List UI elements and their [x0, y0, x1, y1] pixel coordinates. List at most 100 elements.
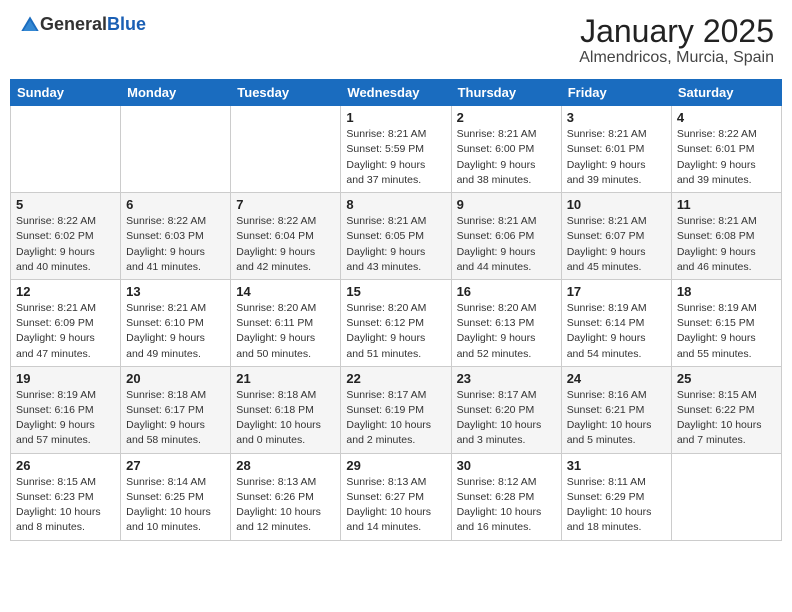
day-cell: 15 Sunrise: 8:20 AM Sunset: 6:12 PM Dayli…: [341, 279, 451, 366]
calendar: SundayMondayTuesdayWednesdayThursdayFrid…: [10, 79, 782, 540]
day-number: 13: [126, 284, 225, 299]
logo-text-blue: Blue: [107, 14, 146, 34]
day-info: Sunrise: 8:19 AM Sunset: 6:16 PM Dayligh…: [16, 388, 115, 449]
day-number: 8: [346, 197, 445, 212]
day-cell: 11Sunrise: 8:21 AM Sunset: 6:08 PM Dayli…: [671, 193, 781, 280]
day-number: 3: [567, 110, 666, 125]
weekday-header-row: SundayMondayTuesdayWednesdayThursdayFrid…: [11, 80, 782, 106]
day-info: Sunrise: 8:19 AM Sunset: 6:15 PM Dayligh…: [677, 301, 776, 362]
day-info: Sunrise: 8:21 AM Sunset: 6:10 PM Dayligh…: [126, 301, 225, 362]
day-number: 21: [236, 371, 335, 386]
week-row-1: 5 Sunrise: 8:22 AM Sunset: 6:02 PM Daylig…: [11, 193, 782, 280]
day-number: 6: [126, 197, 225, 212]
day-cell: [11, 106, 121, 193]
day-number: 14: [236, 284, 335, 299]
day-info: Sunrise: 8:18 AM Sunset: 6:17 PM Dayligh…: [126, 388, 225, 449]
day-cell: 18 Sunrise: 8:19 AM Sunset: 6:15 PM Dayli…: [671, 279, 781, 366]
day-cell: 14 Sunrise: 8:20 AM Sunset: 6:11 PM Dayli…: [231, 279, 341, 366]
day-cell: 21Sunrise: 8:18 AM Sunset: 6:18 PM Dayli…: [231, 366, 341, 453]
day-info: Sunrise: 8:21 AM Sunset: 6:01 PM Dayligh…: [567, 127, 666, 188]
day-cell: 1Sunrise: 8:21 AM Sunset: 5:59 PM Daylig…: [341, 106, 451, 193]
day-cell: 10 Sunrise: 8:21 AM Sunset: 6:07 PM Dayli…: [561, 193, 671, 280]
day-cell: 29 Sunrise: 8:13 AM Sunset: 6:27 PM Dayli…: [341, 453, 451, 540]
day-cell: 16 Sunrise: 8:20 AM Sunset: 6:13 PM Dayli…: [451, 279, 561, 366]
day-number: 12: [16, 284, 115, 299]
day-cell: [671, 453, 781, 540]
day-cell: 6 Sunrise: 8:22 AM Sunset: 6:03 PM Daylig…: [121, 193, 231, 280]
day-cell: 23 Sunrise: 8:17 AM Sunset: 6:20 PM Dayli…: [451, 366, 561, 453]
day-cell: 24Sunrise: 8:16 AM Sunset: 6:21 PM Dayli…: [561, 366, 671, 453]
day-cell: 17 Sunrise: 8:19 AM Sunset: 6:14 PM Dayli…: [561, 279, 671, 366]
week-row-3: 19 Sunrise: 8:19 AM Sunset: 6:16 PM Dayli…: [11, 366, 782, 453]
day-info: Sunrise: 8:12 AM Sunset: 6:28 PM Dayligh…: [457, 475, 556, 536]
day-cell: 4 Sunrise: 8:22 AM Sunset: 6:01 PM Daylig…: [671, 106, 781, 193]
day-info: Sunrise: 8:16 AM Sunset: 6:21 PM Dayligh…: [567, 388, 666, 449]
day-info: Sunrise: 8:17 AM Sunset: 6:20 PM Dayligh…: [457, 388, 556, 449]
week-row-2: 12Sunrise: 8:21 AM Sunset: 6:09 PM Dayli…: [11, 279, 782, 366]
day-number: 26: [16, 458, 115, 473]
day-info: Sunrise: 8:20 AM Sunset: 6:13 PM Dayligh…: [457, 301, 556, 362]
day-cell: 5 Sunrise: 8:22 AM Sunset: 6:02 PM Daylig…: [11, 193, 121, 280]
location-title: Almendricos, Murcia, Spain: [579, 49, 774, 67]
day-info: Sunrise: 8:13 AM Sunset: 6:27 PM Dayligh…: [346, 475, 445, 536]
day-info: Sunrise: 8:20 AM Sunset: 6:12 PM Dayligh…: [346, 301, 445, 362]
day-number: 23: [457, 371, 556, 386]
day-number: 18: [677, 284, 776, 299]
day-info: Sunrise: 8:17 AM Sunset: 6:19 PM Dayligh…: [346, 388, 445, 449]
day-number: 29: [346, 458, 445, 473]
day-number: 20: [126, 371, 225, 386]
day-cell: 31Sunrise: 8:11 AM Sunset: 6:29 PM Dayli…: [561, 453, 671, 540]
logo: GeneralBlue: [18, 14, 146, 35]
day-info: Sunrise: 8:21 AM Sunset: 6:00 PM Dayligh…: [457, 127, 556, 188]
day-number: 15: [346, 284, 445, 299]
day-number: 4: [677, 110, 776, 125]
day-cell: 25Sunrise: 8:15 AM Sunset: 6:22 PM Dayli…: [671, 366, 781, 453]
day-cell: 8 Sunrise: 8:21 AM Sunset: 6:05 PM Daylig…: [341, 193, 451, 280]
day-info: Sunrise: 8:19 AM Sunset: 6:14 PM Dayligh…: [567, 301, 666, 362]
weekday-header-saturday: Saturday: [671, 80, 781, 106]
day-number: 22: [346, 371, 445, 386]
month-title: January 2025: [579, 14, 774, 49]
day-info: Sunrise: 8:22 AM Sunset: 6:01 PM Dayligh…: [677, 127, 776, 188]
day-number: 30: [457, 458, 556, 473]
day-info: Sunrise: 8:22 AM Sunset: 6:02 PM Dayligh…: [16, 214, 115, 275]
day-cell: 2 Sunrise: 8:21 AM Sunset: 6:00 PM Daylig…: [451, 106, 561, 193]
day-info: Sunrise: 8:21 AM Sunset: 6:08 PM Dayligh…: [677, 214, 776, 275]
day-info: Sunrise: 8:15 AM Sunset: 6:22 PM Dayligh…: [677, 388, 776, 449]
day-cell: 28Sunrise: 8:13 AM Sunset: 6:26 PM Dayli…: [231, 453, 341, 540]
day-number: 17: [567, 284, 666, 299]
day-info: Sunrise: 8:20 AM Sunset: 6:11 PM Dayligh…: [236, 301, 335, 362]
day-cell: 27Sunrise: 8:14 AM Sunset: 6:25 PM Dayli…: [121, 453, 231, 540]
weekday-header-wednesday: Wednesday: [341, 80, 451, 106]
weekday-header-friday: Friday: [561, 80, 671, 106]
day-cell: 20 Sunrise: 8:18 AM Sunset: 6:17 PM Dayli…: [121, 366, 231, 453]
day-cell: 26 Sunrise: 8:15 AM Sunset: 6:23 PM Dayli…: [11, 453, 121, 540]
day-info: Sunrise: 8:21 AM Sunset: 6:06 PM Dayligh…: [457, 214, 556, 275]
header: GeneralBlue January 2025 Almendricos, Mu…: [10, 10, 782, 71]
day-number: 7: [236, 197, 335, 212]
title-area: January 2025 Almendricos, Murcia, Spain: [579, 14, 774, 67]
day-cell: [231, 106, 341, 193]
weekday-header-sunday: Sunday: [11, 80, 121, 106]
day-cell: 13 Sunrise: 8:21 AM Sunset: 6:10 PM Dayli…: [121, 279, 231, 366]
day-info: Sunrise: 8:21 AM Sunset: 6:07 PM Dayligh…: [567, 214, 666, 275]
week-row-0: 1Sunrise: 8:21 AM Sunset: 5:59 PM Daylig…: [11, 106, 782, 193]
day-number: 10: [567, 197, 666, 212]
day-cell: 12Sunrise: 8:21 AM Sunset: 6:09 PM Dayli…: [11, 279, 121, 366]
day-number: 2: [457, 110, 556, 125]
day-number: 5: [16, 197, 115, 212]
week-row-4: 26 Sunrise: 8:15 AM Sunset: 6:23 PM Dayli…: [11, 453, 782, 540]
weekday-header-monday: Monday: [121, 80, 231, 106]
day-info: Sunrise: 8:13 AM Sunset: 6:26 PM Dayligh…: [236, 475, 335, 536]
day-number: 19: [16, 371, 115, 386]
day-cell: 22 Sunrise: 8:17 AM Sunset: 6:19 PM Dayli…: [341, 366, 451, 453]
day-info: Sunrise: 8:15 AM Sunset: 6:23 PM Dayligh…: [16, 475, 115, 536]
day-info: Sunrise: 8:14 AM Sunset: 6:25 PM Dayligh…: [126, 475, 225, 536]
weekday-header-tuesday: Tuesday: [231, 80, 341, 106]
weekday-header-thursday: Thursday: [451, 80, 561, 106]
day-info: Sunrise: 8:22 AM Sunset: 6:03 PM Dayligh…: [126, 214, 225, 275]
day-number: 16: [457, 284, 556, 299]
day-cell: 7Sunrise: 8:22 AM Sunset: 6:04 PM Daylig…: [231, 193, 341, 280]
day-cell: 3 Sunrise: 8:21 AM Sunset: 6:01 PM Daylig…: [561, 106, 671, 193]
day-info: Sunrise: 8:21 AM Sunset: 6:05 PM Dayligh…: [346, 214, 445, 275]
